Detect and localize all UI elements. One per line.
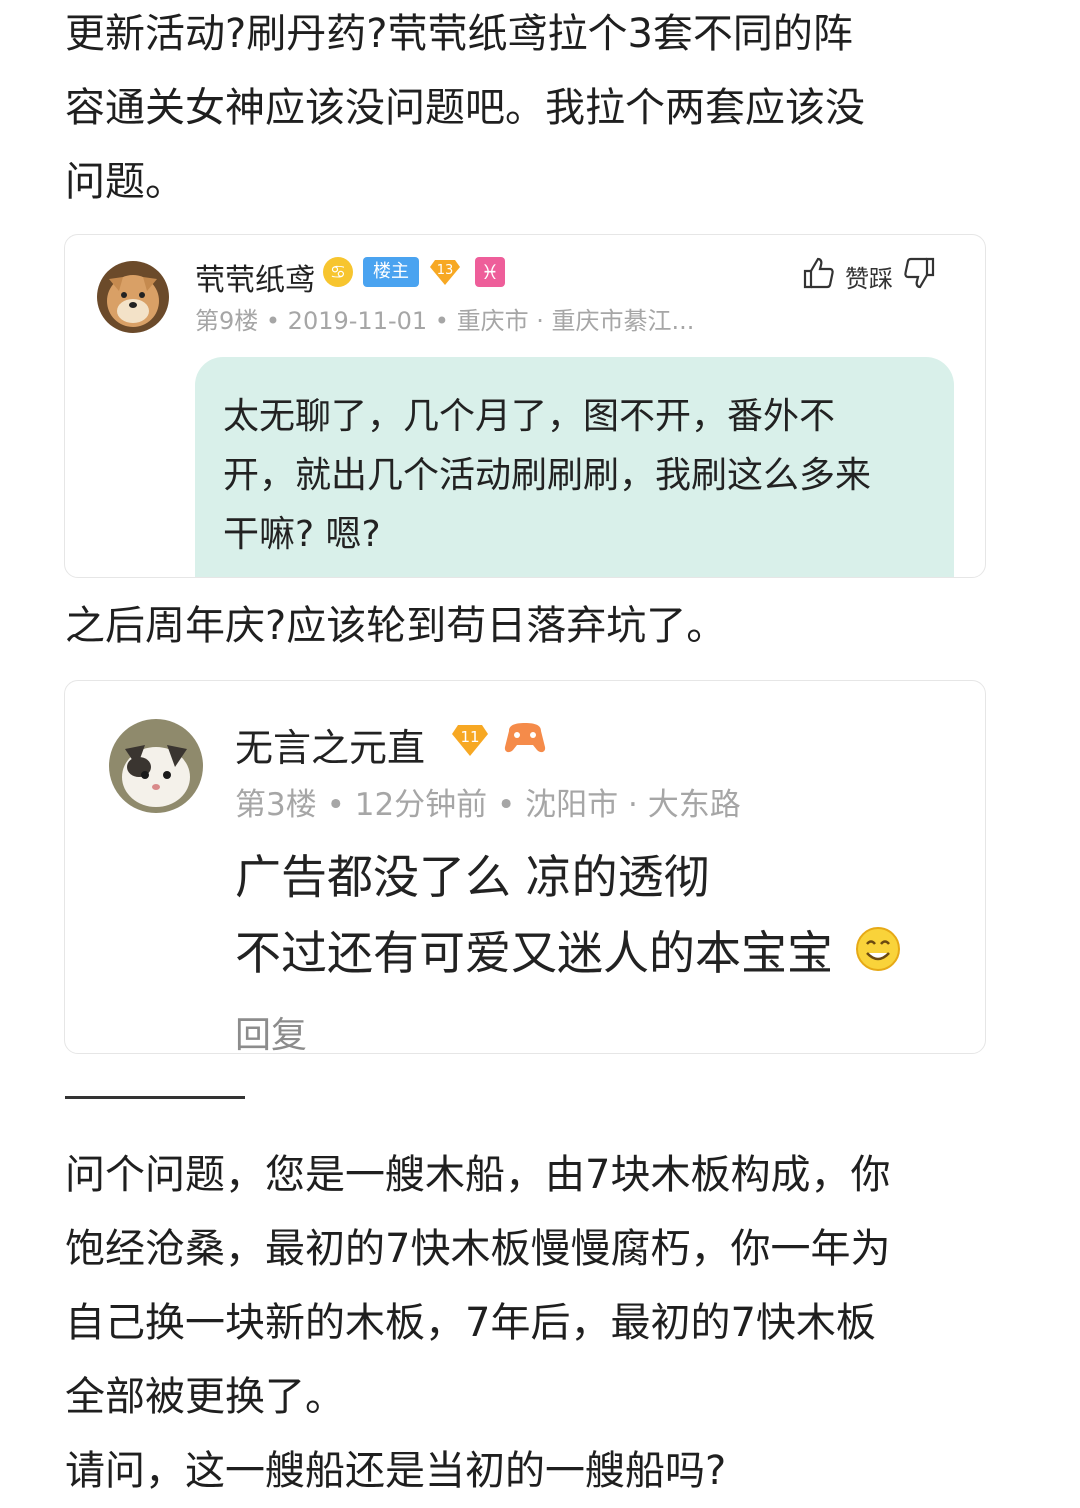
comment-line-2: 不过还有可爱又迷人的本宝宝 [235,915,902,995]
username[interactable]: 茕茕纸鸢 [195,255,315,299]
smile-emoji-icon [854,919,902,995]
level-number: 11 [460,728,480,746]
level-diamond-icon: 13 [429,258,461,286]
post-meta: 第3楼 • 12分钟前 • 沈阳市 · 大东路 [235,787,741,823]
pisces-zodiac-icon: ♓ [475,257,505,287]
user-badges: 11 [451,721,547,759]
thumbs-up-icon[interactable] [801,255,837,297]
like-dislike-actions: 赞踩 [801,255,937,297]
post-paragraph-2: 之后周年庆?应该轮到苟日落弃坑了。 [65,603,727,649]
post-meta: 第9楼 • 2019-11-01 • 重庆市 · 重庆市綦江... [195,307,695,335]
cancer-zodiac-icon: ♋ [323,257,353,287]
username[interactable]: 无言之元直 [235,717,425,772]
separator-line [65,1096,245,1099]
game-badge-icon [503,721,547,759]
level-number: 13 [436,262,454,278]
reply-button[interactable]: 回复 [235,1006,307,1053]
like-dislike-label[interactable]: 赞踩 [845,259,893,294]
quoted-text: 太无聊了，几个月了，图不开，番外不 开，就出几个活动刷刷刷，我刷这么多来 干嘛?… [195,357,954,577]
post-paragraph-3: 问个问题，您是一艘木船，由7块木板构成，你 饱经沧桑，最初的7快木板慢慢腐朽，你… [65,1152,891,1494]
level-diamond-icon: 11 [451,723,489,757]
thumbs-down-icon[interactable] [901,255,937,297]
user-badges: ♋ 楼主 13 ♓ [323,257,505,287]
owner-badge: 楼主 [363,257,419,287]
comment-line-2-text: 不过还有可爱又迷人的本宝宝 [235,926,833,980]
avatar[interactable] [109,719,203,813]
quoted-reply-card-1[interactable]: 茕茕纸鸢 ♋ 楼主 13 ♓ 第9楼 • 2019-11-01 • 重庆市 · … [64,234,986,578]
comment-line-1: 广告都没了么 凉的透彻 [235,850,710,904]
quoted-reply-card-2[interactable]: 无言之元直 11 第3楼 • 12分钟前 • 沈阳市 · 大东路 广告都没了么 … [64,680,986,1054]
post-paragraph-1: 更新活动?刷丹药?茕茕纸鸢拉个3套不同的阵 容通关女神应该没问题吧。我拉个两套应… [65,11,865,205]
avatar[interactable] [97,261,169,333]
